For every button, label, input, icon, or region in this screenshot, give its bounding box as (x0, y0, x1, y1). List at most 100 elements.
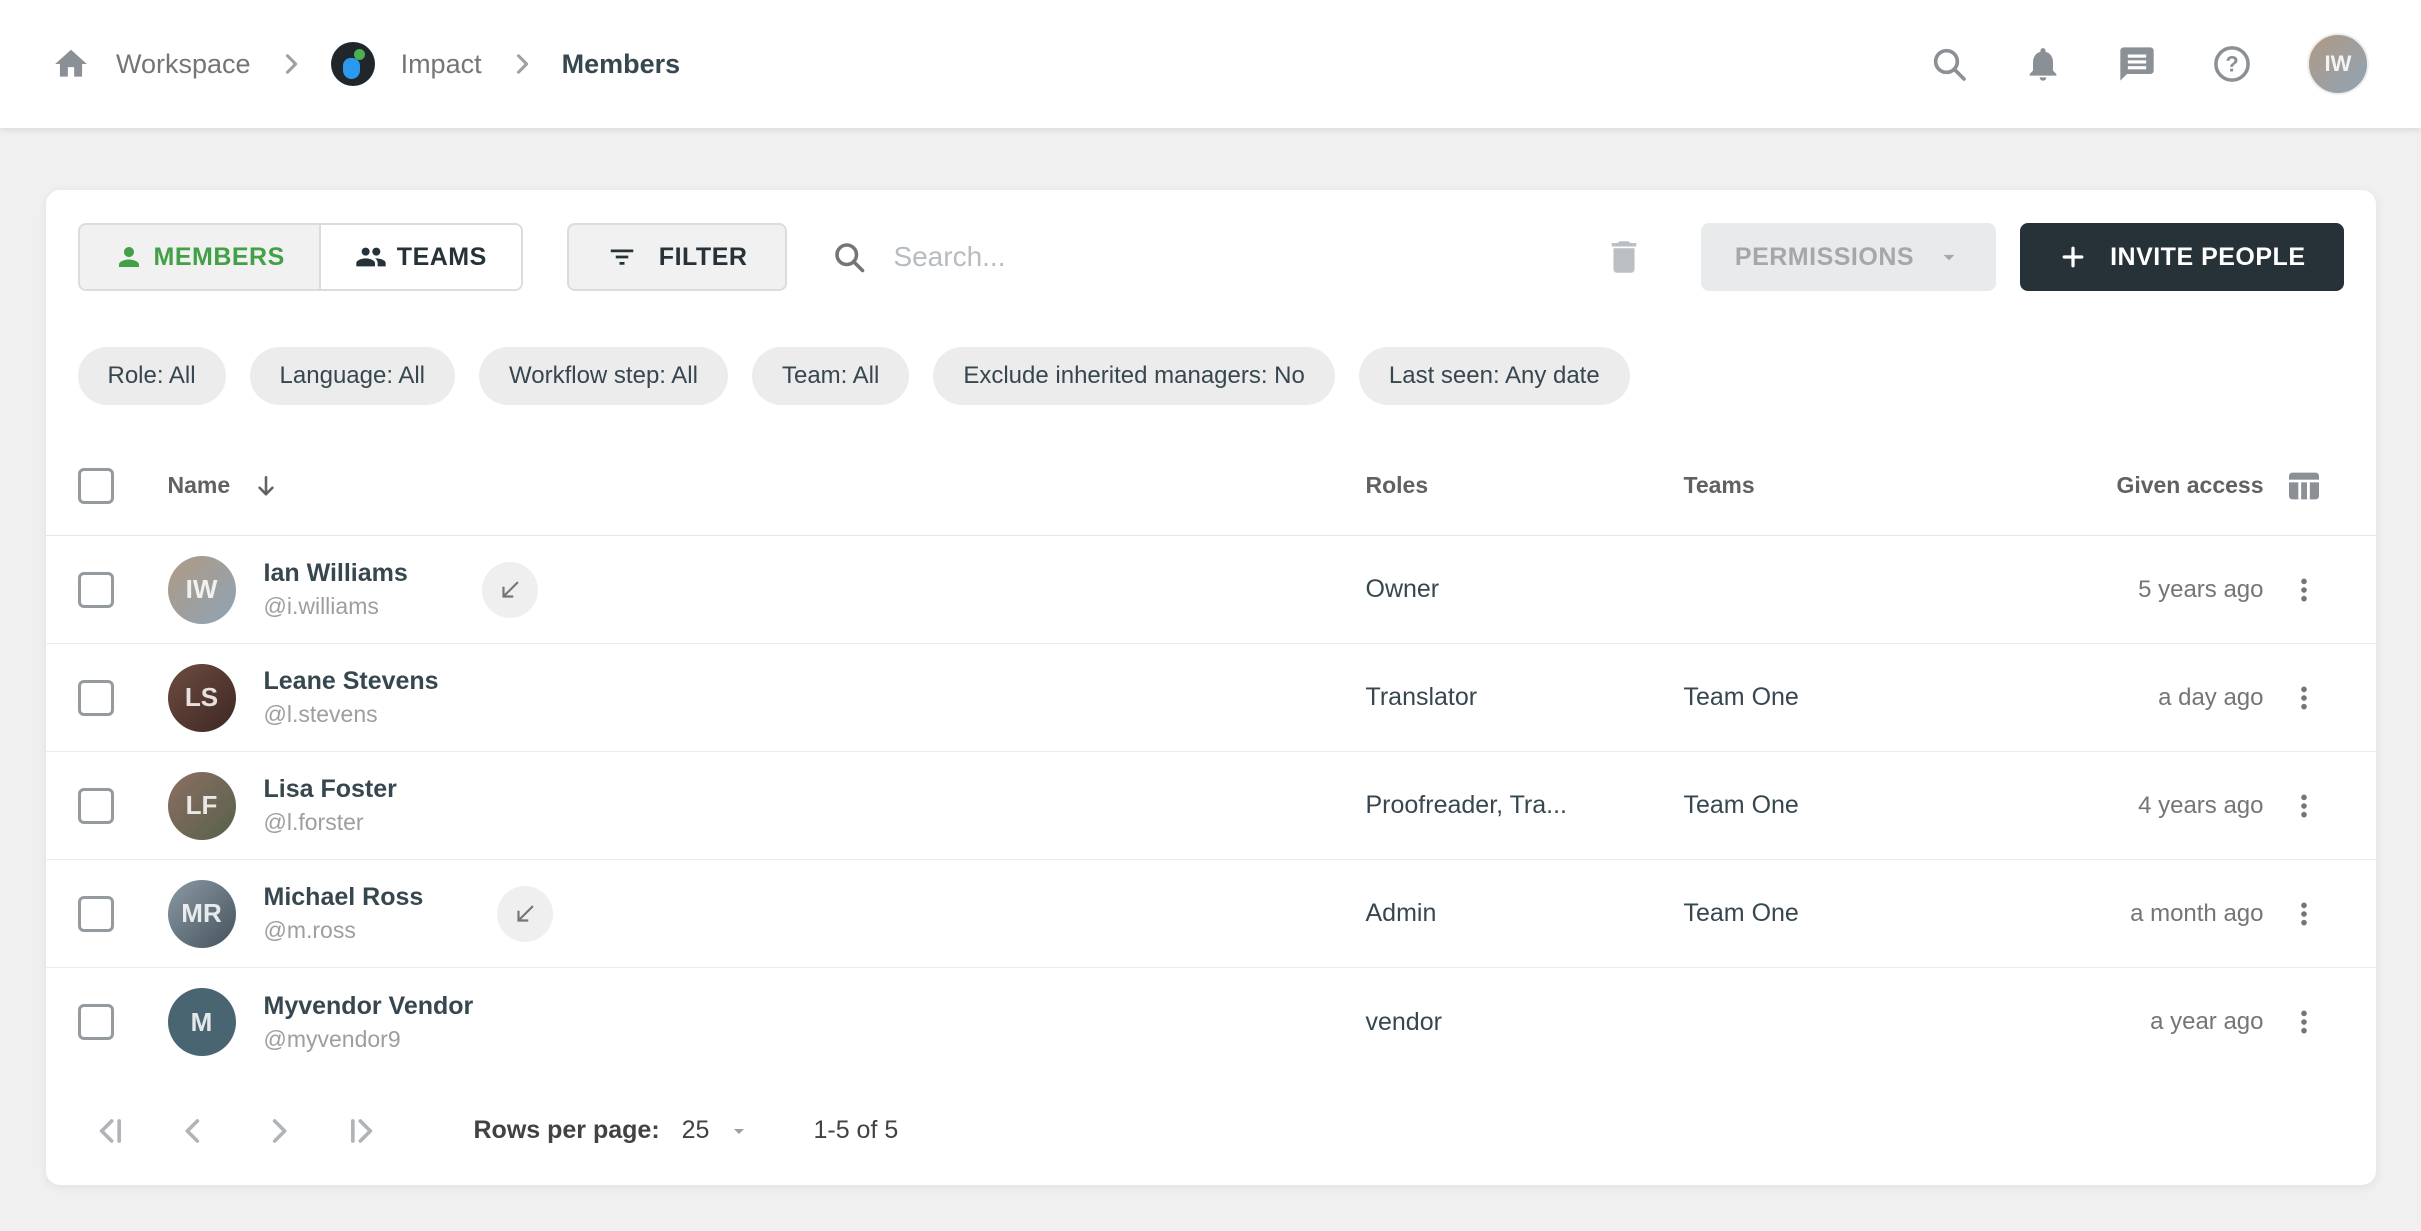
member-name-cell: IW Ian Williams @i.williams (168, 556, 1366, 624)
breadcrumb-project[interactable]: Impact (401, 49, 482, 80)
row-menu-kebab-icon[interactable] (2278, 888, 2330, 940)
row-checkbox[interactable] (78, 896, 114, 932)
member-teams[interactable]: Team One (1684, 683, 1994, 712)
breadcrumb-workspace[interactable]: Workspace (116, 49, 251, 80)
member-name-cell: LS Leane Stevens @l.stevens (168, 664, 1366, 732)
invite-people-button[interactable]: INVITE PEOPLE (2020, 223, 2343, 291)
svg-text:?: ? (2225, 52, 2238, 77)
column-header-name[interactable]: Name (168, 472, 1366, 500)
filter-chip[interactable]: Language: All (250, 347, 455, 405)
first-page-button[interactable] (90, 1111, 130, 1151)
row-checkbox[interactable] (78, 572, 114, 608)
arrow-received-icon (512, 901, 538, 927)
pagination-bar: Rows per page: 25 1-5 of 5 (46, 1076, 2376, 1185)
member-username: @m.ross (264, 917, 424, 944)
member-username: @l.forster (264, 809, 397, 836)
member-teams[interactable]: Team One (1684, 899, 1994, 928)
row-menu-kebab-icon[interactable] (2278, 996, 2330, 1048)
filter-chip[interactable]: Team: All (752, 347, 909, 405)
search-icon[interactable] (1929, 44, 1969, 84)
filter-chip[interactable]: Workflow step: All (479, 347, 728, 405)
topbar-actions: ? IW (1929, 33, 2369, 95)
sort-descending-arrow-icon (252, 472, 280, 500)
filter-icon (607, 242, 637, 272)
previous-page-button[interactable] (174, 1111, 214, 1151)
delete-trash-icon[interactable] (1595, 236, 1653, 278)
row-checkbox[interactable] (78, 1004, 114, 1040)
member-roles: Proofreader, Tra... (1366, 791, 1684, 820)
people-icon (355, 241, 387, 273)
chevron-right-icon (508, 50, 536, 78)
row-checkbox[interactable] (78, 788, 114, 824)
member-name-cell: MR Michael Ross @m.ross (168, 880, 1366, 948)
plus-icon (2058, 242, 2088, 272)
permissions-button-label: PERMISSIONS (1735, 243, 1914, 272)
filter-chip[interactable]: Exclude inherited managers: No (933, 347, 1335, 405)
member-given-access: 5 years ago (1994, 576, 2264, 604)
members-toolbar: MEMBERS TEAMS FILTER PERMI (46, 223, 2376, 291)
caret-down-icon (727, 1119, 751, 1143)
invite-people-button-label: INVITE PEOPLE (2110, 243, 2305, 272)
row-menu-kebab-icon[interactable] (2278, 564, 2330, 616)
breadcrumb: Workspace Impact Members (52, 42, 680, 86)
member-roles: Admin (1366, 899, 1684, 928)
arrow-received-icon (497, 577, 523, 603)
avatar: IW (168, 556, 236, 624)
member-roles: Translator (1366, 683, 1684, 712)
next-page-button[interactable] (258, 1111, 298, 1151)
table-row: MR Michael Ross @m.ross Admin Team One a… (46, 860, 2376, 968)
member-given-access: a year ago (1994, 1008, 2264, 1036)
tab-teams-label: TEAMS (397, 243, 487, 272)
member-name-cell: M Myvendor Vendor @myvendor9 (168, 988, 1366, 1056)
member-name: Lisa Foster (264, 775, 397, 804)
member-teams[interactable]: Team One (1684, 791, 1994, 820)
avatar: MR (168, 880, 236, 948)
home-icon[interactable] (52, 45, 90, 83)
row-menu-kebab-icon[interactable] (2278, 672, 2330, 724)
avatar: LF (168, 772, 236, 840)
filter-button[interactable]: FILTER (567, 223, 788, 291)
table-row: M Myvendor Vendor @myvendor9 vendor a ye… (46, 968, 2376, 1076)
column-settings-icon[interactable] (2284, 466, 2324, 506)
rows-per-page-select[interactable]: 25 (682, 1116, 752, 1145)
member-roles: vendor (1366, 1008, 1684, 1037)
members-panel: MEMBERS TEAMS FILTER PERMI (46, 190, 2376, 1185)
row-menu-kebab-icon[interactable] (2278, 780, 2330, 832)
search-box (831, 239, 1550, 275)
permissions-button[interactable]: PERMISSIONS (1701, 223, 1996, 291)
table-row: IW Ian Williams @i.williams Owner 5 year… (46, 536, 2376, 644)
login-as-badge[interactable] (482, 562, 538, 618)
tab-teams[interactable]: TEAMS (321, 225, 521, 289)
member-given-access: 4 years ago (1994, 792, 2264, 820)
member-name: Myvendor Vendor (264, 992, 474, 1021)
help-icon[interactable]: ? (2211, 43, 2253, 85)
table-row: LF Lisa Foster @l.forster Proofreader, T… (46, 752, 2376, 860)
person-icon (114, 242, 144, 272)
chevron-right-icon (277, 50, 305, 78)
row-checkbox[interactable] (78, 680, 114, 716)
tab-members-label: MEMBERS (154, 243, 285, 272)
login-as-badge[interactable] (497, 886, 553, 942)
avatar: LS (168, 664, 236, 732)
member-username: @i.williams (264, 593, 408, 620)
member-roles: Owner (1366, 575, 1684, 604)
filter-chip[interactable]: Role: All (78, 347, 226, 405)
column-header-given-access: Given access (1994, 472, 2264, 499)
select-all-checkbox[interactable] (78, 468, 114, 504)
search-icon (831, 239, 867, 275)
user-avatar[interactable]: IW (2307, 33, 2369, 95)
members-table: Name Roles Teams Given access IW Ian Wil… (46, 436, 2376, 1076)
caret-down-icon (1936, 244, 1962, 270)
member-username: @myvendor9 (264, 1026, 474, 1053)
notifications-bell-icon[interactable] (2023, 44, 2063, 84)
search-input[interactable] (893, 241, 1550, 273)
member-name-cell: LF Lisa Foster @l.forster (168, 772, 1366, 840)
table-header-row: Name Roles Teams Given access (46, 436, 2376, 536)
tab-members[interactable]: MEMBERS (80, 225, 321, 289)
member-username: @l.stevens (264, 701, 439, 728)
filter-chips-row: Role: All Language: All Workflow step: All… (46, 347, 2376, 405)
member-name: Michael Ross (264, 883, 424, 912)
filter-chip[interactable]: Last seen: Any date (1359, 347, 1630, 405)
messages-chat-icon[interactable] (2117, 44, 2157, 84)
last-page-button[interactable] (342, 1111, 382, 1151)
